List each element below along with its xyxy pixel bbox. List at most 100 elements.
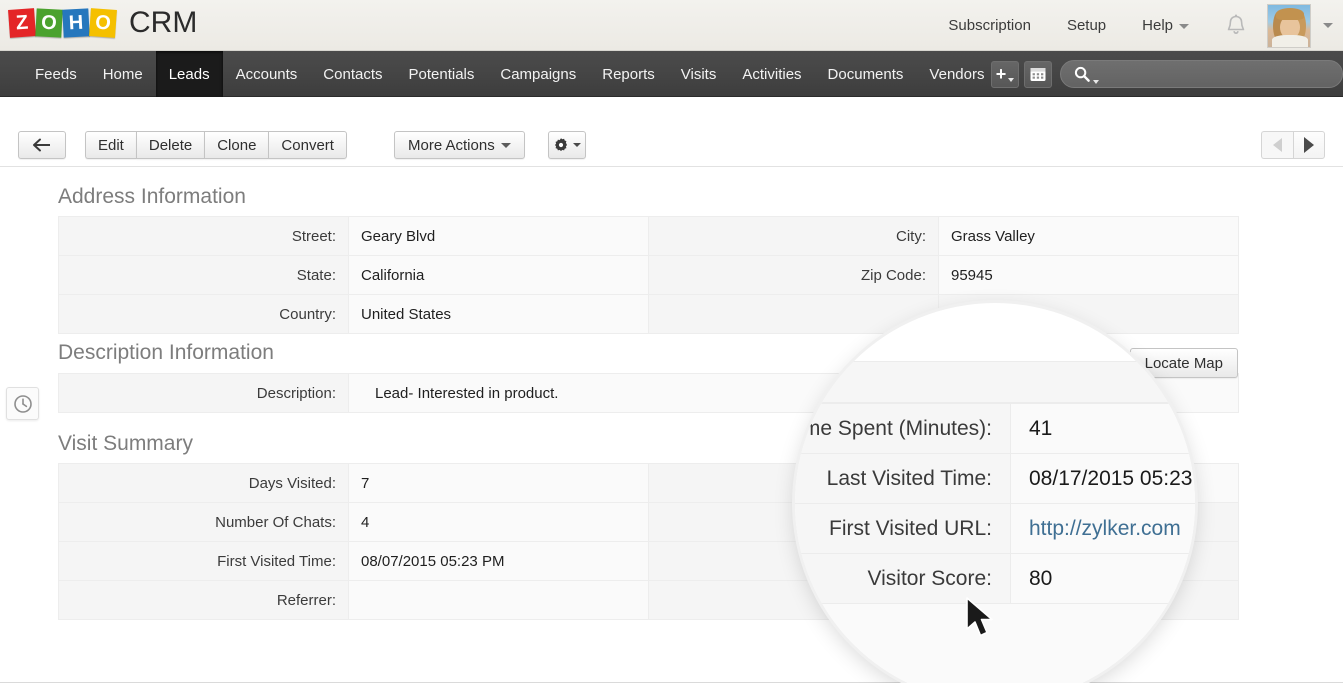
settings-button[interactable]: [548, 131, 586, 159]
nav-item-visits[interactable]: Visits: [668, 51, 730, 97]
search-scope-chevron-down-icon[interactable]: [1093, 80, 1099, 84]
global-search-input[interactable]: [1060, 60, 1343, 88]
field-value-first-visited-time: 08/07/2015 05:23 PM: [349, 542, 649, 581]
chevron-down-icon: [1179, 24, 1189, 29]
next-record-icon: [1304, 137, 1314, 153]
table-row: State: California Zip Code: 95945: [59, 256, 1239, 295]
nav-item-feeds[interactable]: Feeds: [22, 51, 90, 97]
avatar-hair-top: [1276, 8, 1304, 20]
zoho-tile-h: H: [62, 8, 89, 37]
nav-item-contacts[interactable]: Contacts: [310, 51, 395, 97]
magnified-field-value-first-visited-url: http://zylker.com: [1011, 504, 1196, 554]
magnified-field-label-first-visited-url: First Visited URL:: [795, 504, 1011, 554]
section-title-description-information: Description Information: [58, 341, 274, 365]
help-menu[interactable]: Help: [1142, 17, 1189, 34]
table-row: Street: Geary Blvd City: Grass Valley: [59, 217, 1239, 256]
clock-icon: [13, 394, 33, 414]
chevron-down-icon: [501, 143, 511, 148]
add-record-button[interactable]: +: [991, 61, 1019, 88]
delete-button[interactable]: Delete: [136, 131, 204, 159]
field-label-description: Description:: [59, 374, 349, 413]
help-label: Help: [1142, 17, 1173, 34]
field-value-state: California: [349, 256, 649, 295]
calendar-button[interactable]: [1024, 61, 1052, 88]
zoho-tile-z: Z: [8, 8, 36, 38]
table-row: First Visited URL: http://zylker.com: [795, 504, 1195, 554]
nav-item-accounts[interactable]: Accounts: [223, 51, 311, 97]
magnifier-bg-strip-top: [795, 361, 1195, 403]
field-value-city: Grass Valley: [939, 217, 1239, 256]
more-actions-button[interactable]: More Actions: [394, 131, 525, 159]
app-header: Z O H O CRM Subscription Setup Help: [0, 0, 1343, 51]
zoho-tile-o2: O: [89, 8, 117, 38]
zoho-crm-lead-detail-page: Z O H O CRM Subscription Setup Help: [0, 0, 1343, 683]
edit-button[interactable]: Edit: [85, 131, 136, 159]
record-actions-group: Edit Delete Clone Convert: [85, 131, 347, 159]
magnified-field-value-average-time-spent: 41: [1011, 404, 1196, 454]
convert-button[interactable]: Convert: [268, 131, 347, 159]
history-panel-toggle[interactable]: [6, 387, 39, 420]
first-visited-url-link[interactable]: http://zylker.com: [1029, 517, 1181, 540]
zoho-crm-logo[interactable]: Z O H O CRM: [9, 6, 197, 40]
magnified-field-value-visitor-score: 80: [1011, 554, 1196, 604]
zoho-tile-o1: O: [35, 8, 62, 37]
nav-item-documents[interactable]: Documents: [815, 51, 917, 97]
back-arrow-icon: [31, 138, 53, 152]
subscription-link[interactable]: Subscription: [948, 17, 1031, 34]
magnified-field-label-last-visited-time: Last Visited Time:: [795, 454, 1011, 504]
user-menu-chevron-down-icon[interactable]: [1323, 23, 1333, 28]
user-avatar[interactable]: [1267, 4, 1311, 48]
field-label-days-visited: Days Visited:: [59, 464, 349, 503]
magnified-field-label-average-time-spent: me Spent (Minutes):: [795, 404, 1011, 454]
header-right-menu: Subscription Setup Help: [930, 0, 1339, 51]
section-title-visit-summary: Visit Summary: [58, 432, 193, 456]
chevron-down-icon: [573, 143, 581, 147]
section-title-address-information: Address Information: [58, 185, 246, 209]
nav-item-campaigns[interactable]: Campaigns: [487, 51, 589, 97]
nav-item-home[interactable]: Home: [90, 51, 156, 97]
nav-item-leads[interactable]: Leads: [156, 51, 223, 97]
field-value-country: United States: [349, 295, 649, 334]
field-label-referrer: Referrer:: [59, 581, 349, 620]
field-label-country: Country:: [59, 295, 349, 334]
zoho-logo-tiles: Z O H O: [9, 9, 117, 37]
magnified-visit-summary-table: me Spent (Minutes): 41 Last Visited Time…: [795, 403, 1195, 604]
magnified-field-value-last-visited-time: 08/17/2015 05:23: [1011, 454, 1196, 504]
prev-record-icon: [1273, 138, 1282, 152]
calendar-icon: [1029, 65, 1047, 83]
field-value-referrer: [349, 581, 649, 620]
more-actions-label: More Actions: [408, 137, 495, 154]
field-label-first-visited-time: First Visited Time:: [59, 542, 349, 581]
product-name: CRM: [129, 6, 197, 40]
field-label-state: State:: [59, 256, 349, 295]
nav-items: Feeds Home Leads Accounts Contacts Poten…: [22, 51, 997, 97]
nav-tools: +: [991, 51, 1343, 97]
nav-item-activities[interactable]: Activities: [729, 51, 814, 97]
field-value-number-of-chats: 4: [349, 503, 649, 542]
plus-icon: +: [996, 67, 1007, 81]
field-value-zip-code: 95945: [939, 256, 1239, 295]
field-label-number-of-chats: Number Of Chats:: [59, 503, 349, 542]
gear-icon: [553, 137, 581, 153]
search-icon: [1073, 65, 1091, 83]
field-label-zip-code: Zip Code:: [649, 256, 939, 295]
field-label-street: Street:: [59, 217, 349, 256]
prev-record-button[interactable]: [1261, 131, 1293, 159]
nav-item-potentials[interactable]: Potentials: [396, 51, 488, 97]
setup-link[interactable]: Setup: [1067, 17, 1106, 34]
main-navigation: Feeds Home Leads Accounts Contacts Poten…: [0, 51, 1343, 97]
field-value-street: Geary Blvd: [349, 217, 649, 256]
bell-icon[interactable]: [1221, 11, 1251, 41]
nav-item-vendors[interactable]: Vendors: [916, 51, 997, 97]
chevron-down-icon: [1008, 78, 1014, 82]
nav-item-reports[interactable]: Reports: [589, 51, 668, 97]
record-pager: [1261, 131, 1325, 159]
avatar-shirt: [1272, 35, 1308, 47]
clone-button[interactable]: Clone: [204, 131, 268, 159]
field-value-days-visited: 7: [349, 464, 649, 503]
table-row: Last Visited Time: 08/17/2015 05:23: [795, 454, 1195, 504]
mouse-pointer: [965, 596, 999, 645]
back-button[interactable]: [18, 131, 66, 159]
table-row: me Spent (Minutes): 41: [795, 404, 1195, 454]
next-record-button[interactable]: [1293, 131, 1325, 159]
